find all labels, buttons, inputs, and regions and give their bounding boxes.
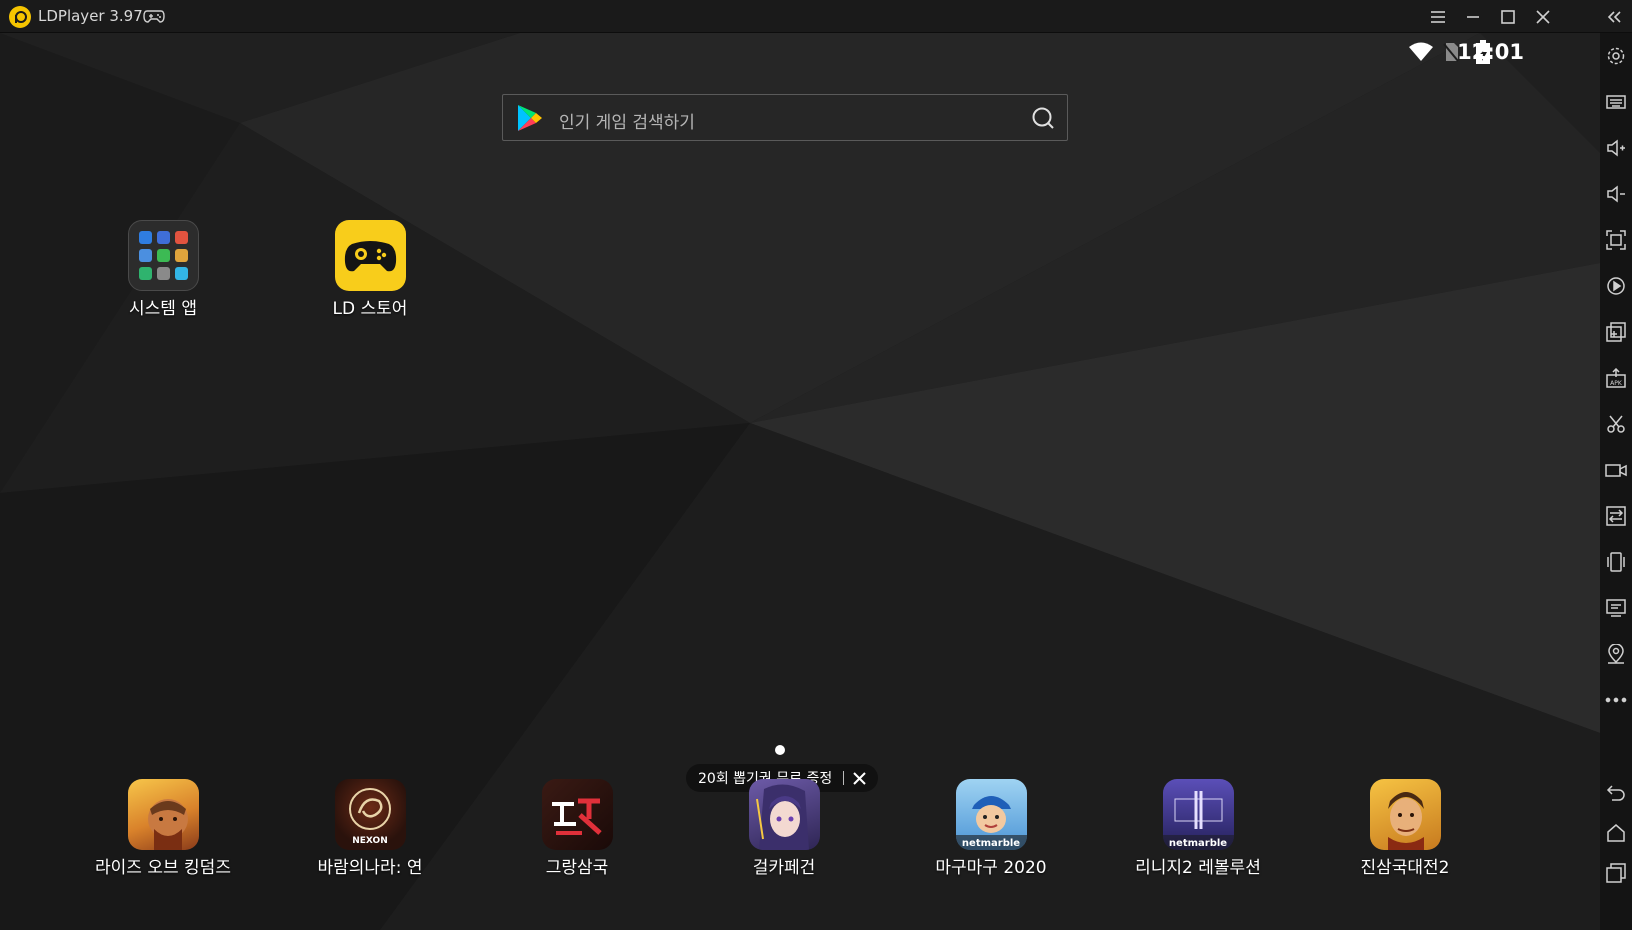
wifi-icon xyxy=(1409,42,1433,61)
app-label: 걸카페건 xyxy=(752,858,816,878)
ld-store-app[interactable]: LD 스토어 xyxy=(280,220,460,319)
jin-sanguo-icon xyxy=(1369,779,1441,850)
search-placeholder: 인기 게임 검색하기 xyxy=(559,113,695,133)
lineage2-icon: netmarble xyxy=(1162,779,1234,850)
app-label: 그랑삼국 xyxy=(545,858,609,878)
netmarble-badge: netmarble xyxy=(1168,838,1226,849)
back-icon[interactable] xyxy=(1600,778,1632,808)
close-button[interactable] xyxy=(1531,5,1555,29)
gamepad-icon[interactable] xyxy=(143,8,165,24)
game-search-bar[interactable]: 인기 게임 검색하기 xyxy=(502,94,1068,141)
location-icon[interactable] xyxy=(1600,639,1632,669)
page-indicator-dot xyxy=(775,745,785,755)
shake-icon[interactable] xyxy=(1600,547,1632,577)
app-label: 리니지2 레볼루션 xyxy=(1135,858,1261,878)
rise-of-kingdoms-icon xyxy=(127,779,199,850)
sync-icon[interactable] xyxy=(1600,501,1632,531)
app-label: LD 스토어 xyxy=(332,299,408,319)
screenshot-icon[interactable] xyxy=(1600,409,1632,439)
virtual-display-icon[interactable] xyxy=(1600,593,1632,623)
android-screen[interactable]: 12:01 인기 게임 검색하기 시스템 앱 LD 스토어 20회 뽑기권 증정… xyxy=(0,33,1600,930)
baram-icon: NEXON xyxy=(334,779,406,850)
volume-down-icon[interactable] xyxy=(1600,179,1632,209)
side-toolbar: APK xyxy=(1600,33,1632,930)
macro-icon[interactable] xyxy=(1600,271,1632,301)
system-apps-folder[interactable]: 시스템 앱 xyxy=(73,220,253,319)
dock-app-lineage2[interactable]: netmarble 리니지2 레볼루션 xyxy=(1108,779,1288,878)
nexon-badge: NEXON xyxy=(352,836,387,846)
app-label: 시스템 앱 xyxy=(129,299,197,319)
settings-icon[interactable] xyxy=(1600,41,1632,71)
netmarble-badge: netmarble xyxy=(961,838,1019,849)
collapse-toolbar-button[interactable] xyxy=(1602,5,1626,29)
search-icon[interactable] xyxy=(1031,106,1055,130)
ldplayer-logo-icon xyxy=(9,6,31,28)
magumagu-icon: netmarble xyxy=(955,779,1027,850)
minimize-button[interactable] xyxy=(1461,5,1485,29)
dock-app-rise-of-kingdoms[interactable]: 라이즈 오브 킹덤즈 xyxy=(73,779,253,878)
clock: 12:01 xyxy=(1457,40,1524,64)
keyboard-icon[interactable] xyxy=(1600,87,1632,117)
status-bar: 12:01 xyxy=(1300,33,1600,73)
window-title: LDPlayer 3.97 xyxy=(38,7,143,25)
recent-apps-icon[interactable] xyxy=(1600,858,1632,888)
app-label: 라이즈 오브 킹덤즈 xyxy=(95,858,231,878)
dock-app-baram[interactable]: NEXON 바람의나라: 연 xyxy=(280,779,460,878)
app-label: 바람의나라: 연 xyxy=(317,858,423,878)
play-store-icon xyxy=(518,105,542,131)
fullscreen-icon[interactable] xyxy=(1600,225,1632,255)
app-label: 진삼국대전2 xyxy=(1360,858,1450,878)
girl-cafe-gun-icon xyxy=(748,779,820,850)
dock-app-grand-sanguo[interactable]: 그랑삼국 xyxy=(487,779,667,878)
svg-text:APK: APK xyxy=(1610,380,1623,387)
multi-instance-icon[interactable] xyxy=(1600,317,1632,347)
more-icon[interactable] xyxy=(1600,685,1632,715)
menu-button[interactable] xyxy=(1426,5,1450,29)
app-label: 마구마구 2020 xyxy=(935,858,1047,878)
volume-up-icon[interactable] xyxy=(1600,133,1632,163)
dock-app-jin-sanguo[interactable]: 진삼국대전2 xyxy=(1315,779,1495,878)
home-icon[interactable] xyxy=(1600,818,1632,848)
dock-app-girl-cafe-gun[interactable]: 걸카페건 xyxy=(694,779,874,878)
install-apk-icon[interactable]: APK xyxy=(1600,363,1632,393)
dock-app-magumagu[interactable]: netmarble 마구마구 2020 xyxy=(901,779,1081,878)
title-bar: LDPlayer 3.97 xyxy=(0,0,1632,33)
ld-store-icon xyxy=(334,220,406,291)
grand-sanguo-icon xyxy=(541,779,613,850)
maximize-button[interactable] xyxy=(1496,5,1520,29)
record-icon[interactable] xyxy=(1600,455,1632,485)
folder-icon xyxy=(127,220,199,291)
